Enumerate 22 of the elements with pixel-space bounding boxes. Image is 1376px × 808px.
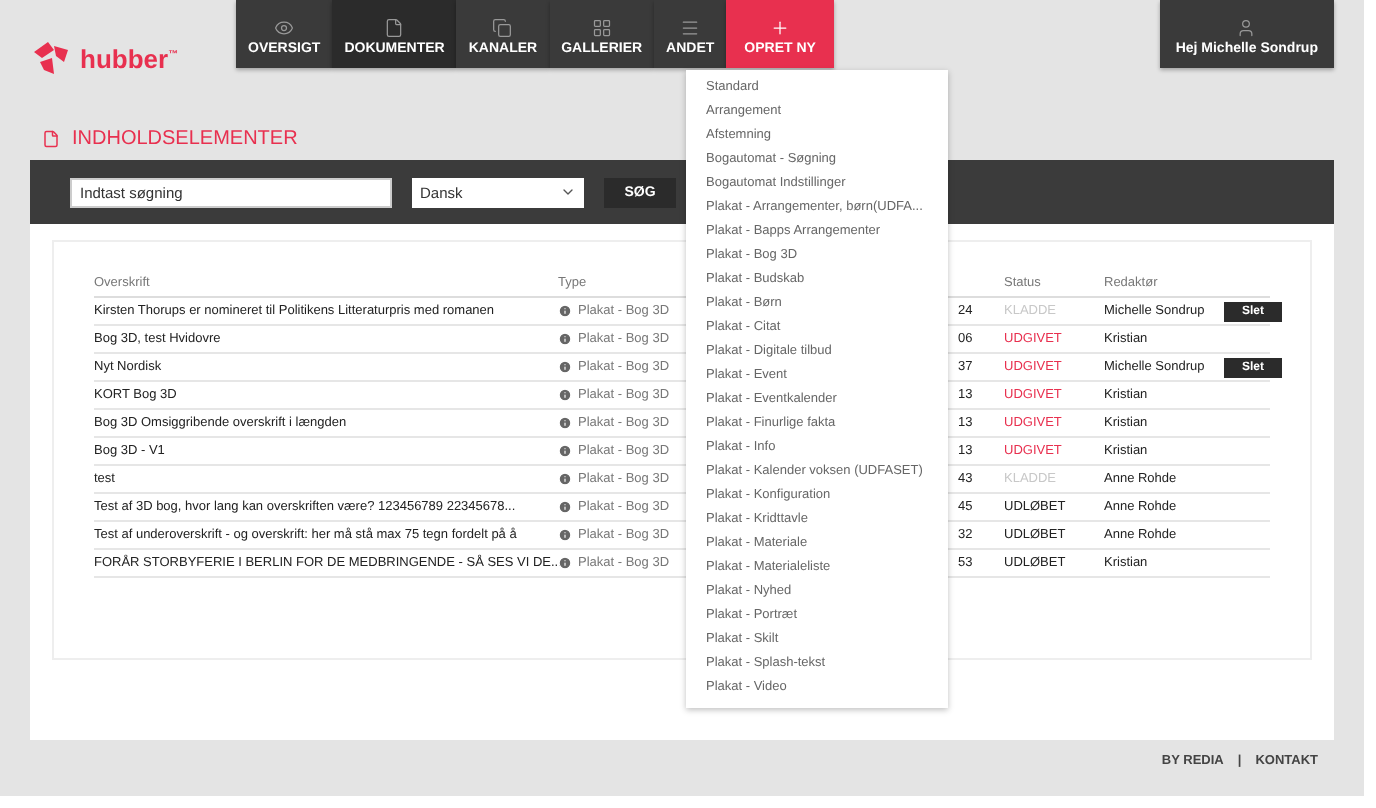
info-icon xyxy=(558,556,572,570)
info-icon xyxy=(558,500,572,514)
info-icon xyxy=(558,416,572,430)
user-icon xyxy=(1236,18,1257,38)
plus-icon xyxy=(770,18,791,38)
info-icon xyxy=(558,360,572,374)
page-title: INDHOLDSELEMENTER xyxy=(72,127,298,149)
menu-icon xyxy=(680,18,701,38)
grid-icon xyxy=(591,18,612,38)
copy-icon xyxy=(492,18,513,38)
logo-text: hubber$^{™}$ xyxy=(80,43,179,73)
eye-icon xyxy=(274,18,295,38)
info-icon xyxy=(558,528,572,542)
info-icon xyxy=(558,304,572,318)
info-icon xyxy=(558,332,572,346)
info-icon xyxy=(558,444,572,458)
info-icon xyxy=(558,472,572,486)
document-icon xyxy=(384,18,405,38)
document-icon xyxy=(42,129,60,147)
info-icon xyxy=(558,388,572,402)
logo-icon xyxy=(30,40,70,76)
chevron-icon xyxy=(560,184,576,200)
